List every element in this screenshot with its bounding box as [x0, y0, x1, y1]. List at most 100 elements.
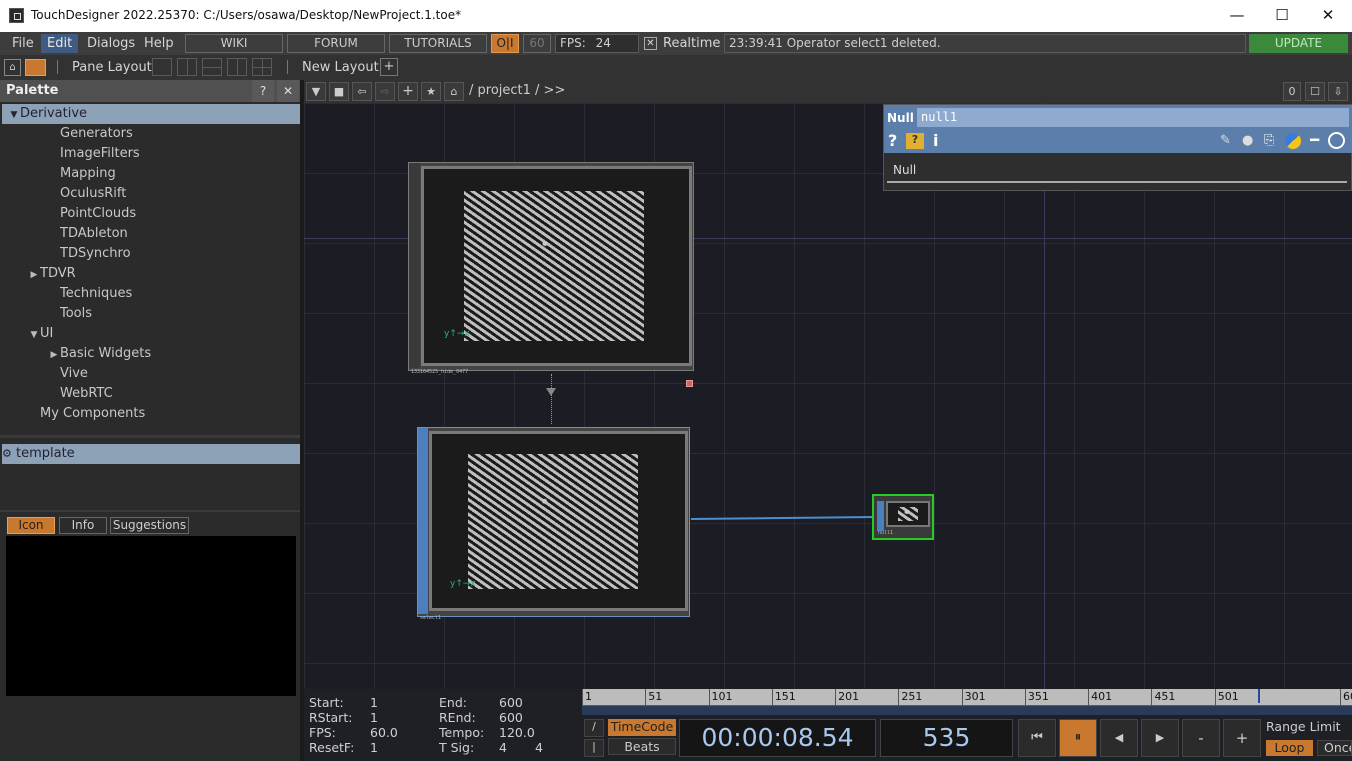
start-value[interactable]: 1	[370, 695, 378, 710]
moviefilein-node[interactable]: y↑→x 133164525_hide_0477	[408, 162, 694, 375]
tsig-numerator[interactable]: 4	[499, 740, 507, 755]
menu-file[interactable]: File	[6, 34, 40, 53]
collapse-icon[interactable]: ⌂	[4, 59, 21, 76]
edit-pencil-icon[interactable]: ✎	[1220, 133, 1231, 148]
comment-icon[interactable]: ●	[1242, 133, 1253, 148]
back-arrow-icon[interactable]: ⇦	[352, 82, 372, 101]
palette-item[interactable]: ▶ Basic Widgets	[2, 344, 300, 364]
menu-help[interactable]: Help	[138, 34, 180, 53]
timecode-slash-icon[interactable]: /	[584, 719, 604, 737]
palette-item[interactable]: My Components	[2, 404, 300, 424]
menu-edit[interactable]: Edit	[41, 34, 79, 53]
layout-single-button[interactable]	[152, 58, 172, 76]
step-back-icon[interactable]: ◀	[1100, 719, 1138, 757]
operator-name-field[interactable]: null1	[917, 108, 1349, 127]
timecode-display[interactable]: 00:00:08.54	[679, 719, 876, 757]
home-icon[interactable]: ⌂	[444, 82, 464, 101]
frame-display[interactable]: 535	[880, 719, 1013, 757]
stop-icon[interactable]: ■	[329, 82, 349, 101]
tempo-value[interactable]: 120.0	[499, 725, 535, 740]
forward-arrow-icon[interactable]: ⇨	[375, 82, 395, 101]
close-button[interactable]: ✕	[1305, 0, 1351, 32]
tab-info[interactable]: Info	[59, 517, 107, 534]
null-node[interactable]: null1	[872, 494, 934, 540]
palette-item[interactable]: Generators	[2, 124, 300, 144]
resetf-value[interactable]: 1	[370, 740, 378, 755]
layout-split-vertical-button[interactable]	[177, 58, 197, 76]
palette-close-button[interactable]: ✕	[277, 80, 299, 102]
tab-suggestions[interactable]: Suggestions	[110, 517, 189, 534]
palette-item[interactable]: ▼ Derivative	[2, 104, 300, 124]
maximize-pane-icon[interactable]: ☐	[1305, 82, 1325, 101]
info-icon[interactable]: i	[933, 131, 938, 150]
menu-dialogs[interactable]: Dialogs	[81, 34, 141, 53]
menu-dropdown-icon[interactable]: ▼	[306, 82, 326, 101]
decrement-icon[interactable]: -	[1182, 719, 1220, 757]
update-button[interactable]: UPDATE	[1249, 34, 1348, 53]
palette-item[interactable]: Tools	[2, 304, 300, 324]
download-icon[interactable]: ⇩	[1328, 82, 1348, 101]
tutorials-button[interactable]: TUTORIALS	[389, 34, 487, 53]
network-path[interactable]: / project1 / >>	[469, 83, 565, 98]
tab-icon[interactable]: Icon	[7, 517, 55, 534]
layout-three-pane-button[interactable]	[227, 58, 247, 76]
layout-split-horizontal-button[interactable]	[202, 58, 222, 76]
timeline-scrollbar[interactable]	[582, 705, 1352, 715]
help-icon[interactable]: ?	[888, 131, 897, 150]
realtime-checkbox[interactable]: ✕	[644, 37, 657, 50]
skip-to-start-icon[interactable]: ⏮	[1018, 719, 1056, 757]
palette-item[interactable]: PointClouds	[2, 204, 300, 224]
bookmark-star-icon[interactable]: ★	[421, 82, 441, 101]
palette-toggle-icon[interactable]	[25, 59, 46, 76]
tsig-denominator[interactable]: 4	[535, 740, 543, 755]
python-icon[interactable]	[1285, 133, 1301, 149]
end-value[interactable]: 600	[499, 695, 523, 710]
collapsed-triangle-icon[interactable]: ▶	[48, 345, 60, 365]
wiki-button[interactable]: WIKI	[185, 34, 283, 53]
step-forward-icon[interactable]: ▶	[1141, 719, 1179, 757]
template-item[interactable]: ⚙ template	[2, 444, 300, 464]
increment-icon[interactable]: +	[1223, 719, 1261, 757]
rend-value[interactable]: 600	[499, 710, 523, 725]
timecode-mode-button[interactable]: TimeCode	[608, 719, 676, 736]
palette-item[interactable]: ▶ TDVR	[2, 264, 300, 284]
loop-button[interactable]: Loop	[1266, 740, 1313, 756]
splitter[interactable]	[0, 435, 300, 438]
forum-button[interactable]: FORUM	[287, 34, 385, 53]
palette-item[interactable]: TDSynchro	[2, 244, 300, 264]
select-node[interactable]: y↑→x select1	[417, 427, 690, 621]
add-layout-button[interactable]: +	[380, 58, 398, 76]
collapsed-triangle-icon[interactable]: ▶	[28, 265, 40, 285]
fps-cap-button[interactable]: 60	[523, 34, 551, 53]
palette-item[interactable]: TDAbleton	[2, 224, 300, 244]
palette-item[interactable]: WebRTC	[2, 384, 300, 404]
rstart-value[interactable]: 1	[370, 710, 378, 725]
splitter[interactable]	[0, 510, 300, 512]
add-operator-icon[interactable]: +	[398, 82, 418, 101]
collapse-minus-icon[interactable]: ━	[1310, 131, 1319, 149]
maximize-button[interactable]: ☐	[1259, 0, 1305, 32]
palette-item[interactable]: ImageFilters	[2, 144, 300, 164]
once-button[interactable]: Once	[1317, 740, 1352, 756]
pause-icon[interactable]: ⏸	[1059, 719, 1097, 757]
python-help-icon[interactable]: ?	[906, 133, 924, 149]
palette-item[interactable]: Techniques	[2, 284, 300, 304]
param-page-tab-null[interactable]: Null	[887, 163, 1347, 183]
beats-bar-icon[interactable]: |	[584, 739, 604, 757]
palette-item[interactable]: Vive	[2, 364, 300, 384]
layout-quad-button[interactable]	[252, 58, 272, 76]
palette-item[interactable]: ▼ UI	[2, 324, 300, 344]
palette-item[interactable]: OculusRift	[2, 184, 300, 204]
expanded-triangle-icon[interactable]: ▼	[8, 105, 20, 125]
palette-help-button[interactable]: ?	[252, 80, 274, 102]
timeline-ruler[interactable]: 151101151201251301351401451501600	[582, 689, 1352, 705]
fps-value[interactable]: 60.0	[370, 725, 398, 740]
palette-item[interactable]: Mapping	[2, 164, 300, 184]
beats-mode-button[interactable]: Beats	[608, 738, 676, 755]
minimize-button[interactable]: —	[1214, 0, 1260, 32]
clipboard-icon[interactable]: ⎘	[1264, 133, 1274, 148]
oi-toggle-button[interactable]: O|I	[491, 34, 519, 53]
expanded-triangle-icon[interactable]: ▼	[28, 325, 40, 345]
playhead-marker[interactable]	[1257, 689, 1260, 703]
target-icon[interactable]	[1328, 132, 1345, 149]
